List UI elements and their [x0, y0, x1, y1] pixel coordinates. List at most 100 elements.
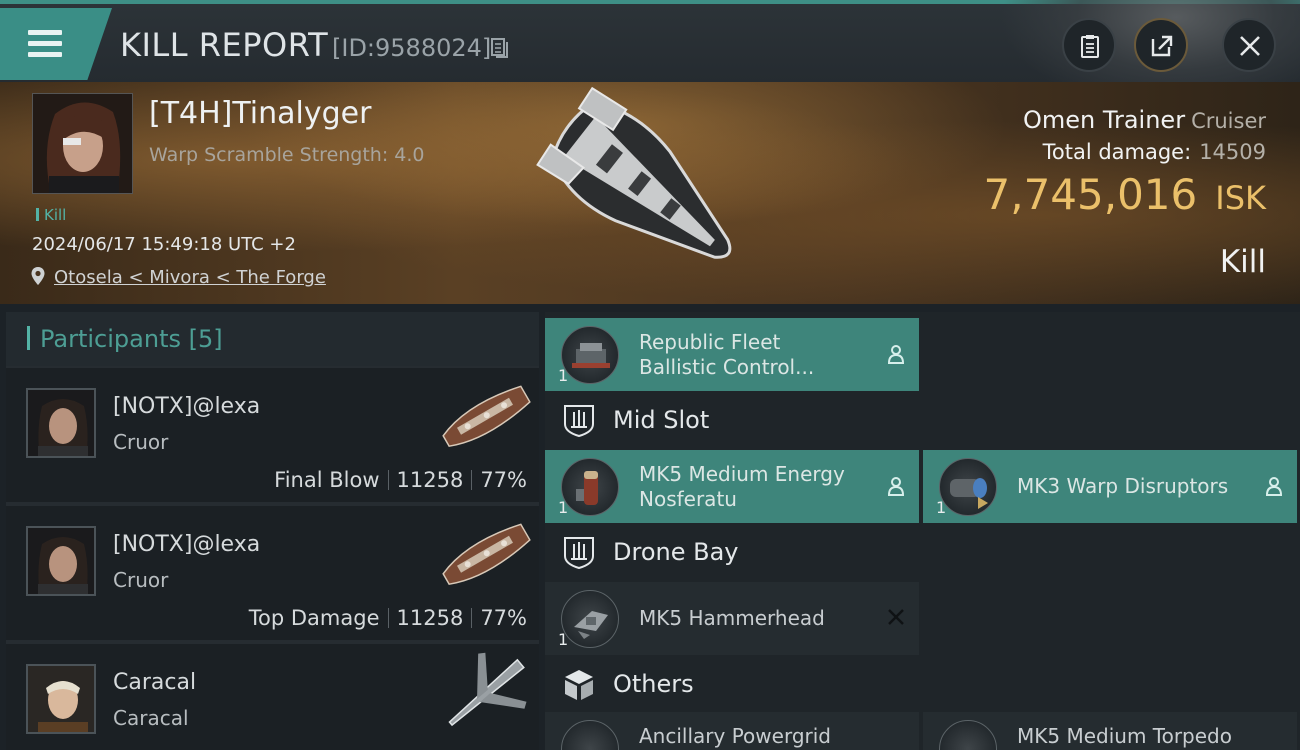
module-quantity: 1: [558, 366, 569, 385]
location-pin-icon: [31, 267, 45, 285]
participant-percent: 77%: [480, 468, 527, 492]
cube-icon: [565, 670, 593, 700]
module-name-line: Nosferatu: [639, 487, 737, 511]
module-name: MK5 Hammerhead: [639, 606, 825, 631]
slot-header-others: Others: [545, 656, 1300, 714]
module-quantity: 1: [558, 498, 569, 517]
participants-title-label: Participants: [40, 325, 181, 353]
destroyed-x-icon: [888, 609, 904, 625]
participant-row[interactable]: [NOTX]@lexa Cruor Final Blow 11258 77%: [6, 368, 539, 502]
participant-ship-image: [442, 385, 531, 448]
divider: [387, 608, 389, 628]
isk-unit: ISK: [1215, 179, 1266, 217]
module-quantity: 1: [936, 498, 947, 517]
kill-tag: Kill: [36, 206, 66, 224]
person-icon: [1265, 477, 1283, 496]
total-damage-value: 14509: [1199, 140, 1266, 164]
participant-ship: Caracal: [113, 706, 189, 730]
module-name-line: MK5 Medium Torpedo: [1017, 724, 1232, 748]
participant-ship: Cruor: [113, 430, 169, 454]
hamburger-icon-bar: [28, 41, 62, 46]
participants-count: [5]: [188, 325, 223, 353]
participant-name: [NOTX]@lexa: [113, 394, 261, 419]
module-name-line: Ancillary Powergrid: [639, 724, 831, 748]
victim-ship-class: Cruiser: [1191, 109, 1266, 133]
participant-stats: Top Damage 11258 77%: [249, 606, 527, 630]
clipboard-button[interactable]: [1062, 18, 1116, 72]
page-title: KILL REPORT: [120, 26, 329, 64]
victim-ship-image: [536, 86, 732, 259]
fitting-panel: 1 Republic Fleet Ballistic Control... Mi…: [545, 312, 1300, 750]
divider: [387, 470, 389, 490]
module-quantity: 1: [558, 630, 569, 649]
participant-damage: 11258: [396, 468, 464, 492]
mid-slot-icon: [564, 405, 594, 438]
participants-title: Participants [5]: [40, 325, 223, 353]
module-name: Ancillary Powergrid: [639, 724, 831, 749]
isk-value: 7,745,016: [983, 170, 1198, 219]
participant-ship-image: [448, 652, 527, 727]
victim-ship-name: Omen Trainer: [1022, 106, 1186, 134]
divider: [471, 470, 473, 490]
module-name: MK5 Medium Torpedo: [1017, 724, 1232, 749]
hammerhead-drone-icon: [561, 590, 619, 648]
victim-avatar[interactable]: [32, 93, 133, 194]
menu-button[interactable]: [0, 8, 112, 80]
energy-nosferatu-icon: [561, 458, 619, 516]
kill-result: Kill: [1219, 244, 1266, 280]
victim-ship[interactable]: Omen Trainer Cruiser: [1023, 106, 1266, 134]
report-id: [ID:9588024]: [332, 34, 492, 62]
slot-label: Mid Slot: [613, 406, 710, 434]
participant-stats: Final Blow 11258 77%: [274, 468, 527, 492]
location-link[interactable]: Otosela < Mivora < The Forge: [54, 267, 326, 288]
participant-name: [NOTX]@lexa: [113, 532, 261, 557]
share-button[interactable]: [1134, 18, 1188, 72]
close-icon: [1240, 36, 1260, 56]
total-damage: Total damage: 14509: [1043, 140, 1266, 164]
torpedo-launcher-icon: [939, 720, 997, 750]
module-card[interactable]: 1 MK5 Hammerhead: [545, 582, 919, 655]
module-card[interactable]: MK5 Medium Torpedo: [923, 712, 1297, 750]
module-card[interactable]: 1 Republic Fleet Ballistic Control...: [545, 318, 919, 391]
module-card[interactable]: 1 MK5 Medium Energy Nosferatu: [545, 450, 919, 523]
close-button[interactable]: [1222, 18, 1276, 72]
person-icon: [887, 345, 905, 364]
participant-role: Final Blow: [274, 468, 380, 492]
slot-header-mid: Mid Slot: [545, 392, 1300, 450]
participant-name: Caracal: [113, 670, 197, 695]
participants-panel: Participants [5] [NOTX]@lexa Cruor Final…: [6, 312, 539, 750]
participant-ship: Cruor: [113, 568, 169, 592]
victim-name[interactable]: [T4H]Tinalyger: [149, 96, 371, 131]
copy-icon[interactable]: [490, 37, 510, 59]
header-accent: [27, 326, 30, 350]
participant-row[interactable]: [NOTX]@lexa Cruor Top Damage 11258 77%: [6, 506, 539, 640]
share-icon: [1151, 35, 1173, 57]
module-name-line: MK5 Medium Energy: [639, 462, 845, 486]
slot-header-drone-bay: Drone Bay: [545, 524, 1300, 582]
kill-timestamp: 2024/06/17 15:49:18 UTC +2: [32, 234, 296, 255]
top-bar: KILL REPORT [ID:9588024]: [0, 0, 1300, 94]
module-card[interactable]: Ancillary Powergrid: [545, 712, 919, 750]
ballistic-control-icon: [561, 326, 619, 384]
module-name: Republic Fleet Ballistic Control...: [639, 330, 814, 380]
participant-ship-image: [442, 523, 531, 586]
total-damage-label: Total damage:: [1042, 140, 1192, 164]
participant-avatar: [26, 664, 96, 734]
isk-value-row: 7,745,016 ISK: [984, 170, 1267, 219]
module-name-line: MK3 Warp Disruptors: [1017, 474, 1229, 498]
participants-header: Participants [5]: [6, 312, 539, 366]
module-name-line: Ballistic Control...: [639, 355, 815, 379]
warp-disruptor-icon: [939, 458, 997, 516]
clipboard-icon: [1081, 35, 1099, 58]
hamburger-icon-bar: [28, 52, 62, 57]
module-card[interactable]: 1 MK3 Warp Disruptors: [923, 450, 1297, 523]
participant-role: Top Damage: [248, 606, 380, 630]
participant-row[interactable]: Caracal Caracal: [6, 644, 539, 750]
module-name-line: MK5 Hammerhead: [639, 606, 825, 630]
participant-avatar: [26, 388, 96, 458]
slot-label: Others: [613, 670, 694, 698]
warp-scramble-strength: Warp Scramble Strength: 4.0: [149, 144, 425, 166]
person-icon: [887, 477, 905, 496]
divider: [471, 608, 473, 628]
drone-bay-icon: [564, 537, 594, 570]
